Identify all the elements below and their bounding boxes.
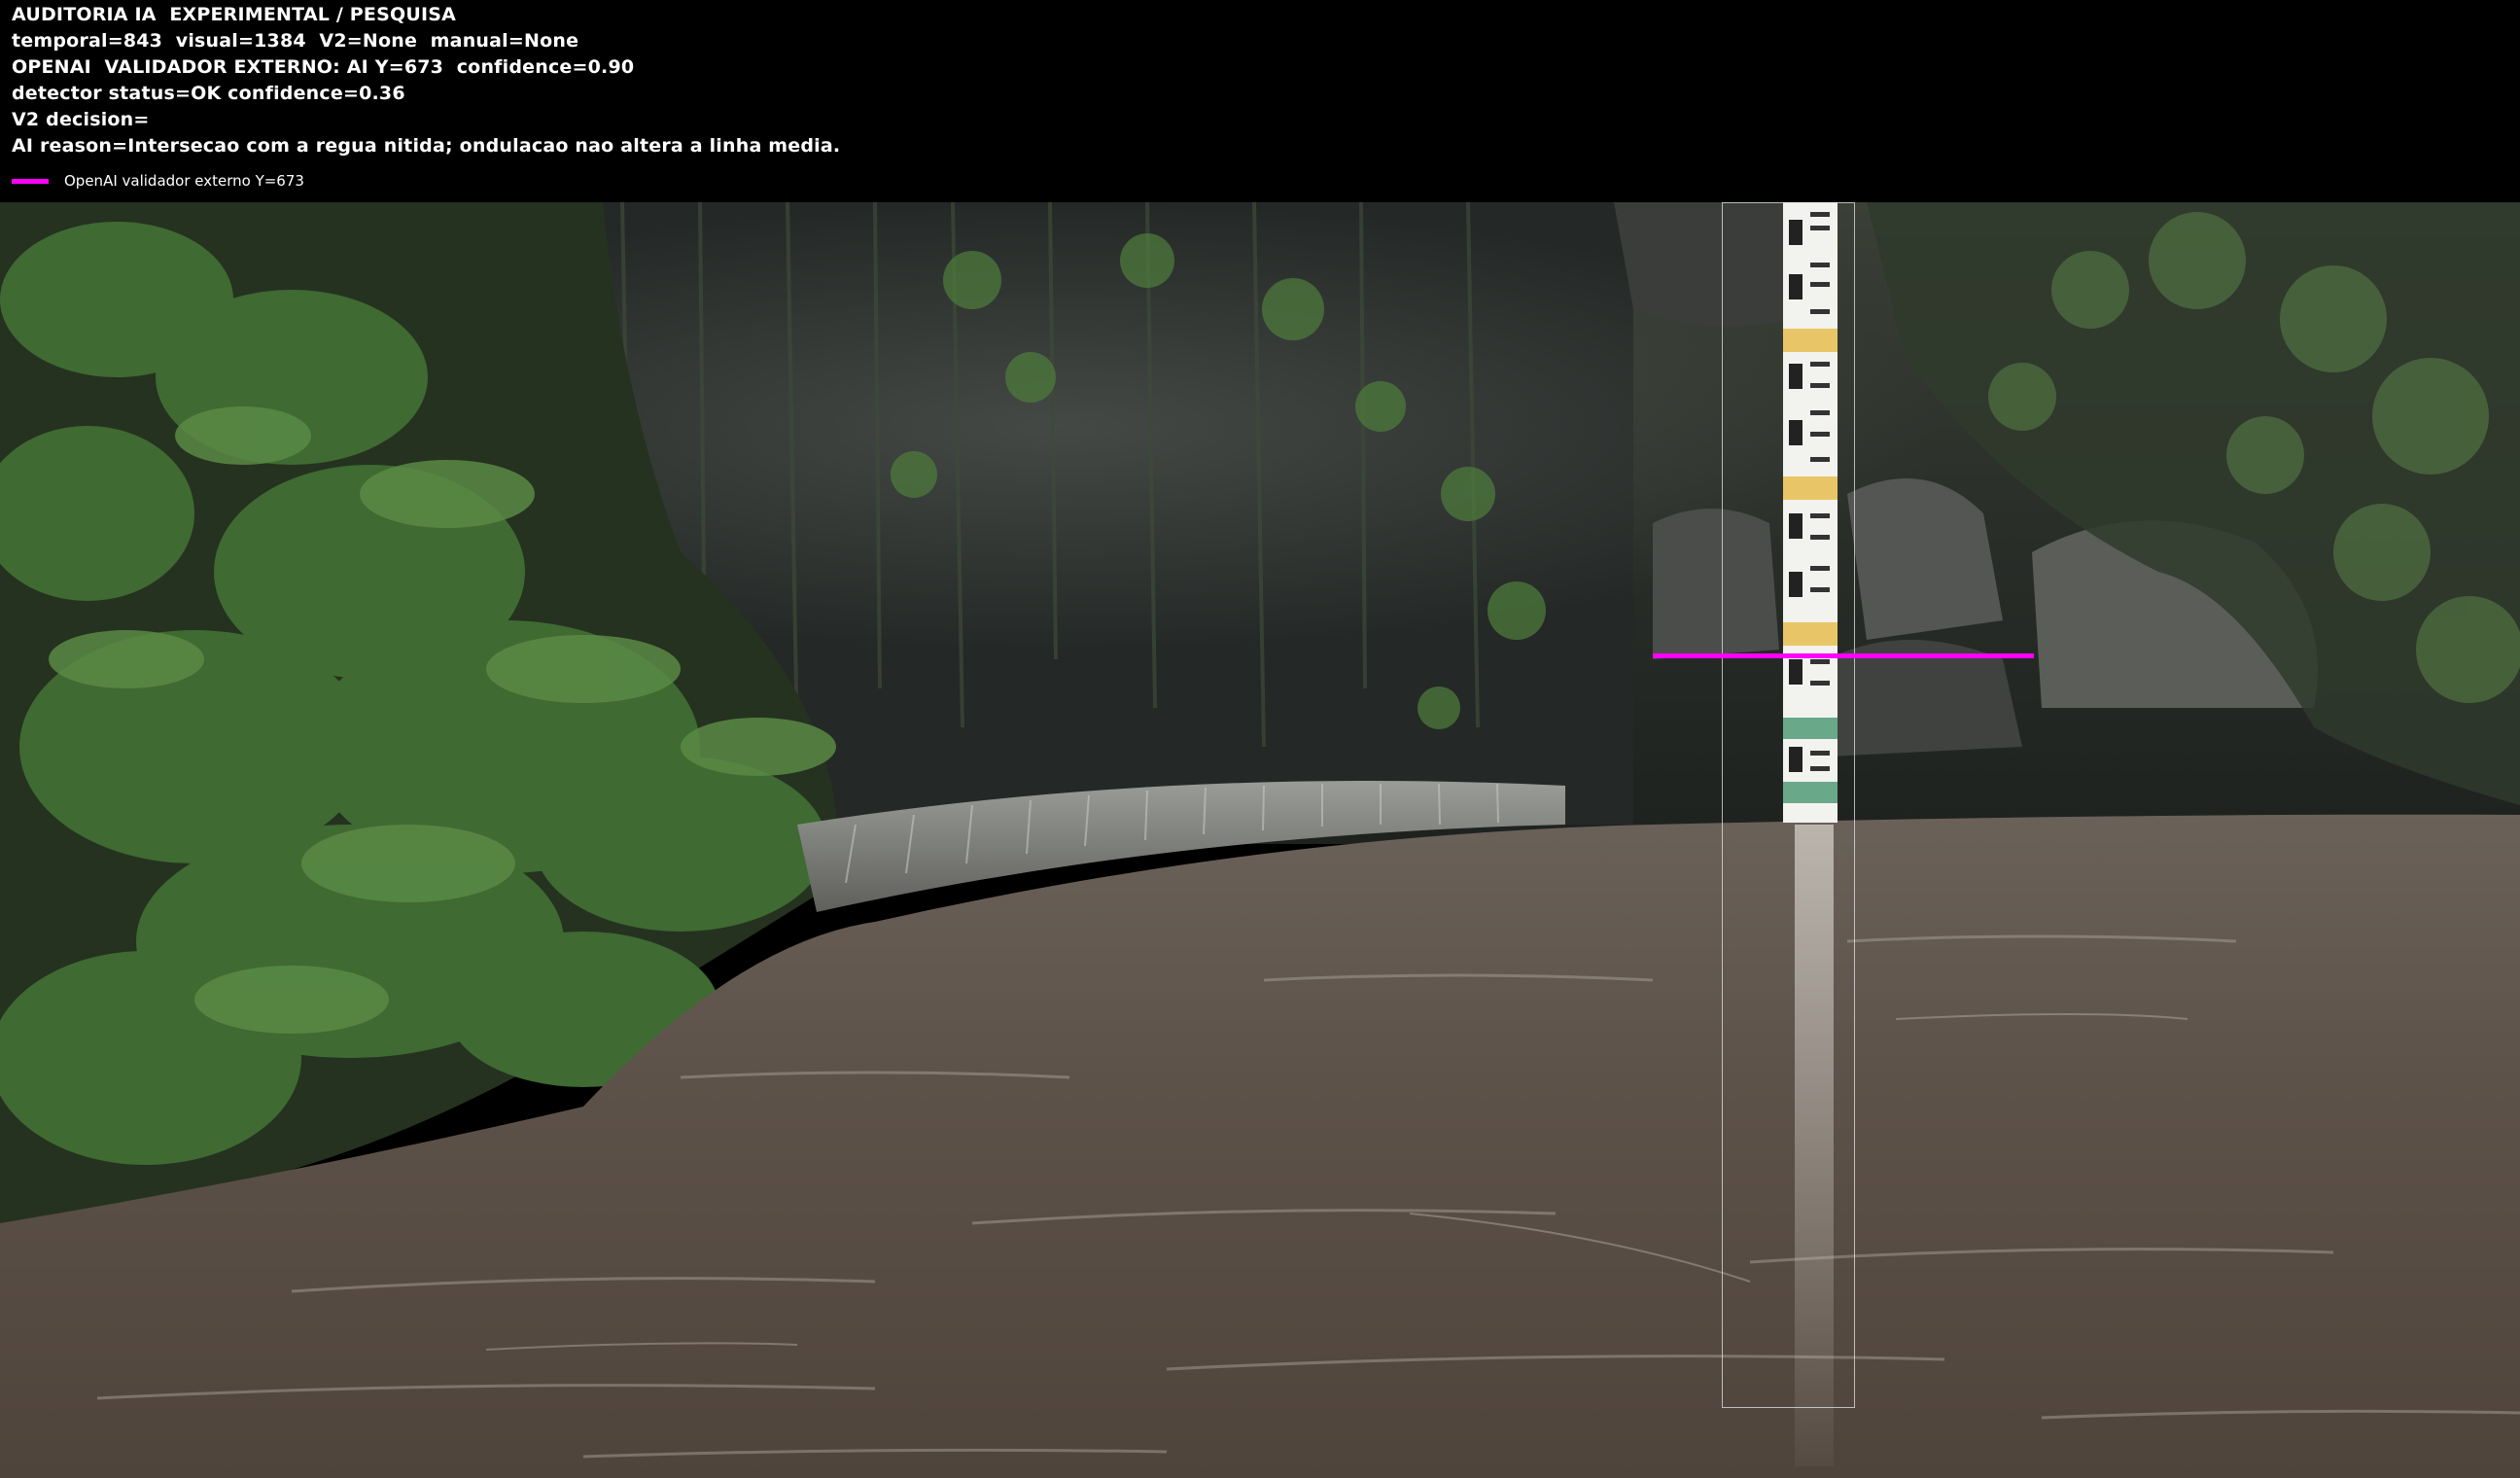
legend: OpenAI validador externo Y=673 (12, 171, 304, 191)
ai-water-level-line (1653, 653, 2034, 658)
header-openai-validator: OPENAI VALIDADOR EXTERNO: AI Y=673 confi… (12, 56, 635, 78)
header-measurements: temporal=843 visual=1384 V2=None manual=… (12, 30, 579, 52)
screenshot-frame: AUDITORIA IA EXPERIMENTAL / PESQUISA tem… (0, 0, 2520, 1478)
header-v2-decision: V2 decision= (12, 109, 150, 130)
audit-header: AUDITORIA IA EXPERIMENTAL / PESQUISA tem… (0, 0, 2520, 202)
header-title: AUDITORIA IA EXPERIMENTAL / PESQUISA (12, 4, 457, 25)
legend-label: OpenAI validador externo Y=673 (64, 172, 304, 190)
river-scene (0, 202, 2520, 1478)
legend-swatch (12, 178, 49, 184)
scene-photo (0, 202, 2520, 1478)
header-ai-reason: AI reason=Intersecao com a regua nitida;… (12, 135, 841, 157)
roi-bounding-box (1722, 202, 1855, 1408)
header-detector-status: detector status=OK confidence=0.36 (12, 83, 405, 104)
